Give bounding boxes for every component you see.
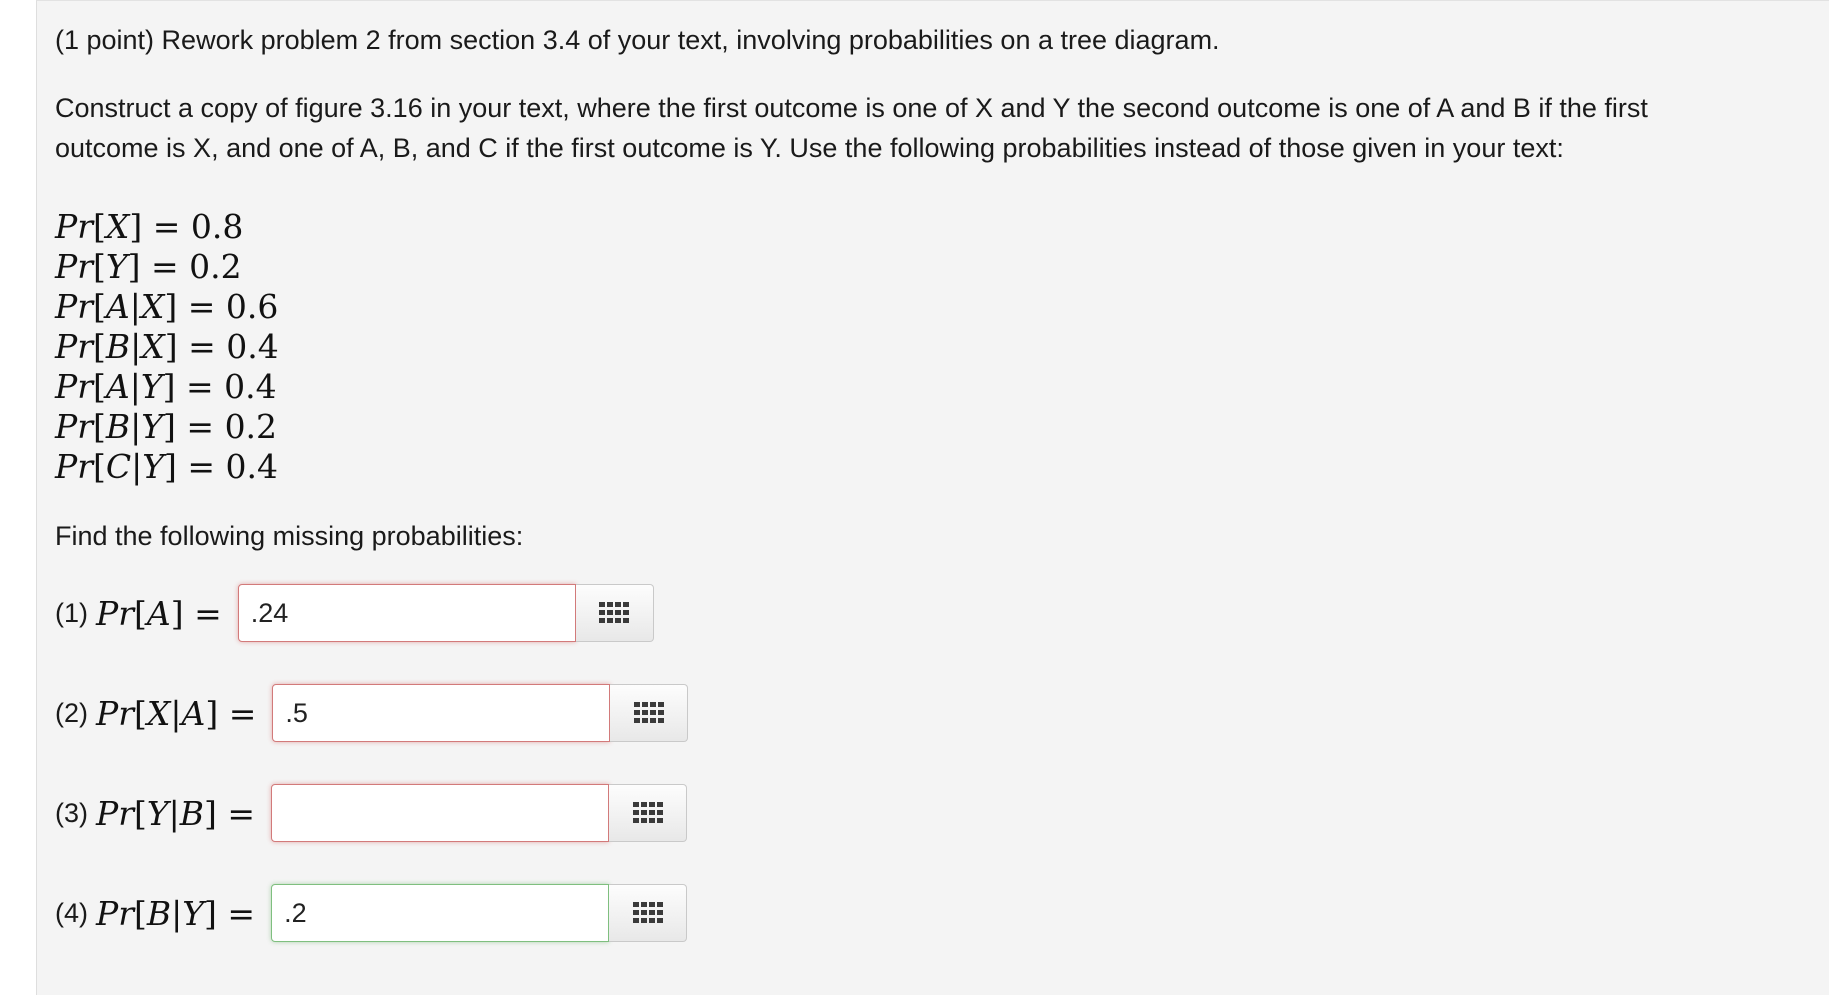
equation-editor-button[interactable] [610,684,689,742]
equation-editor-button[interactable] [609,784,688,842]
answer-input-1[interactable] [237,584,576,642]
question-row-2: (2) Pr[X|A] = [55,684,689,742]
question-row-3: (3) Pr[Y|B] = [55,784,688,842]
grid-keypad-icon [632,902,663,923]
answer-group [237,584,654,642]
grid-keypad-icon [599,602,630,623]
problem-instructions-line2: outcome is X, and one of A, B, and C if … [55,133,1564,163]
given-probability: Pr[C|Y] = 0.4 [55,447,279,486]
given-probability: Pr[A|X] = 0.6 [55,287,279,326]
question-number: (3) [55,797,88,828]
question-number: (4) [55,897,88,928]
answer-input-2[interactable] [272,684,611,742]
answer-input-4[interactable] [271,884,610,942]
answer-group [272,684,689,742]
find-prompt: Find the following missing probabilities… [55,521,524,551]
given-probability: Pr[B|Y] = 0.2 [55,407,278,446]
equation-editor-button[interactable] [575,584,654,642]
equation-editor-button[interactable] [609,884,688,942]
question-expression: Pr[Y|B] = [96,793,256,833]
question-row-4: (4) Pr[B|Y] = [55,884,688,942]
problem-instructions-line1: Construct a copy of figure 3.16 in your … [55,93,1648,123]
answer-group [271,884,688,942]
given-probability: Pr[A|Y] = 0.4 [55,367,277,406]
question-number: (1) [55,597,88,628]
question-expression: Pr[B|Y] = [96,893,256,933]
problem-intro: (1 point) Rework problem 2 from section … [55,25,1220,55]
given-probability: Pr[X] = 0.8 [55,207,244,246]
answer-group [271,784,688,842]
given-probability: Pr[Y] = 0.2 [55,247,242,286]
grid-keypad-icon [633,702,664,723]
question-number: (2) [55,697,88,728]
question-row-1: (1) Pr[A] = [55,584,654,642]
answer-input-3[interactable] [271,784,610,842]
question-expression: Pr[X|A] = [96,693,257,733]
grid-keypad-icon [632,802,663,823]
question-expression: Pr[A] = [96,593,222,633]
given-probability: Pr[B|X] = 0.4 [55,327,279,366]
